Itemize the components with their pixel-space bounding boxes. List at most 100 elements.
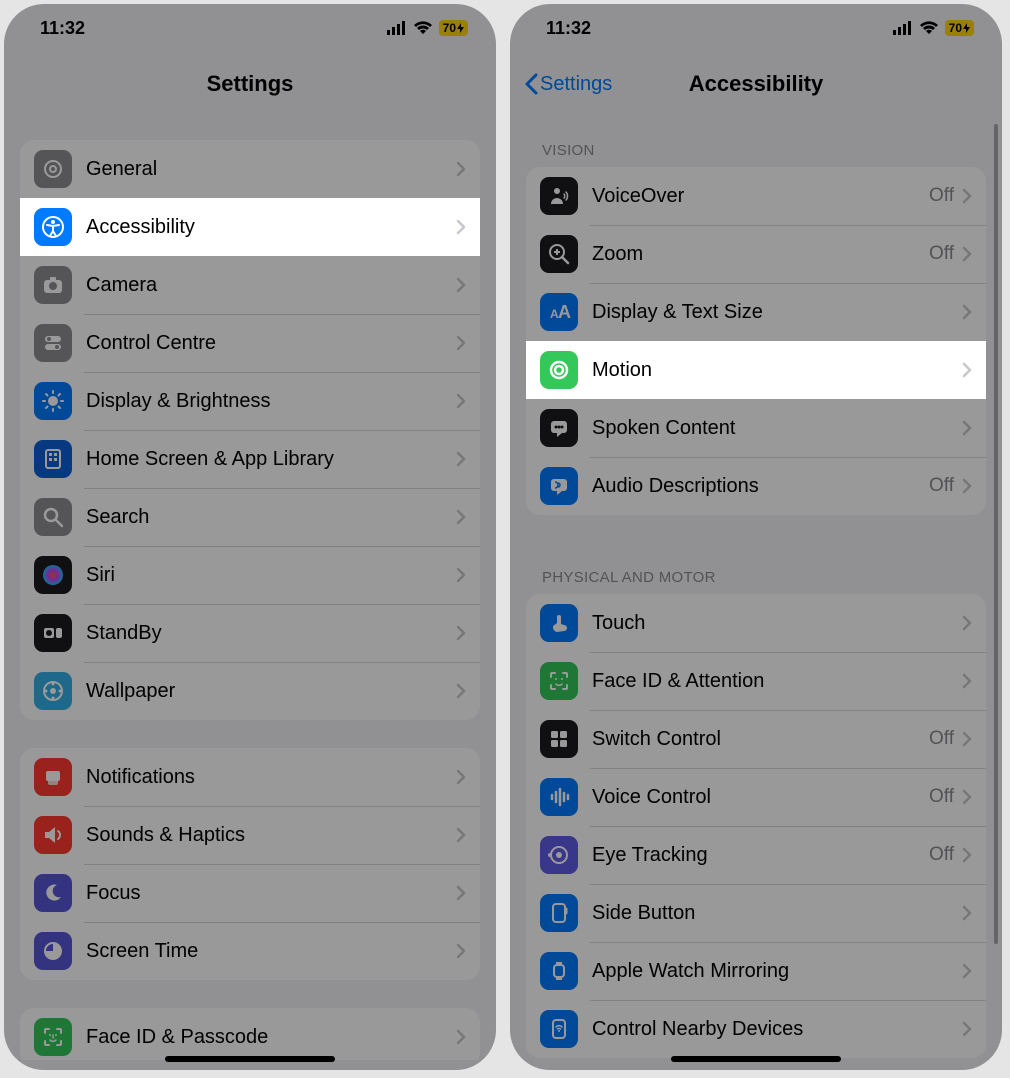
- row-label: Display & Brightness: [86, 390, 456, 413]
- row-siri[interactable]: Siri: [20, 546, 480, 604]
- row-eye-tracking[interactable]: Eye TrackingOff: [526, 826, 986, 884]
- chevron-right-icon: [456, 277, 466, 293]
- switch-control-icon: [540, 720, 578, 758]
- nav-bar: Settings: [4, 52, 496, 116]
- row-label: Zoom: [592, 243, 929, 266]
- row-label: Audio Descriptions: [592, 475, 929, 498]
- row-accessibility[interactable]: Accessibility: [20, 198, 480, 256]
- section-physical-header: PHYSICAL AND MOTOR: [526, 543, 986, 594]
- zoom-icon: [540, 235, 578, 273]
- row-label: Touch: [592, 612, 962, 635]
- row-voiceover[interactable]: VoiceOverOff: [526, 167, 986, 225]
- chevron-right-icon: [456, 625, 466, 641]
- row-value: Off: [929, 185, 954, 207]
- accessibility-icon: [34, 208, 72, 246]
- row-label: Switch Control: [592, 728, 929, 751]
- voiceover-icon: [540, 177, 578, 215]
- wifi-icon: [413, 21, 433, 35]
- row-control-nearby-devices[interactable]: Control Nearby Devices: [526, 1000, 986, 1058]
- settings-content[interactable]: General Accessibility Camera Control Centre…: [4, 116, 496, 1060]
- gear-icon: [34, 150, 72, 188]
- settings-group-3: Face ID & Passcode: [20, 1008, 480, 1060]
- status-bar: 11:32 70: [4, 4, 496, 52]
- chevron-right-icon: [962, 362, 972, 378]
- chevron-right-icon: [962, 246, 972, 262]
- audio-desc-icon: [540, 467, 578, 505]
- row-wallpaper[interactable]: Wallpaper: [20, 662, 480, 720]
- row-display-text-size[interactable]: AADisplay & Text Size: [526, 283, 986, 341]
- phone-right-accessibility: 11:32 70 Settings Accessibility VISION V…: [510, 4, 1002, 1070]
- chevron-right-icon: [962, 188, 972, 204]
- status-time: 11:32: [40, 18, 85, 39]
- camera-icon: [34, 266, 72, 304]
- row-zoom[interactable]: ZoomOff: [526, 225, 986, 283]
- faceid-icon: [34, 1018, 72, 1056]
- row-focus[interactable]: Focus: [20, 864, 480, 922]
- row-label: Camera: [86, 274, 456, 297]
- settings-group-2: Notifications Sounds & Haptics FocusScreen…: [20, 748, 480, 980]
- home-screen-icon: [34, 440, 72, 478]
- status-time: 11:32: [546, 18, 591, 39]
- row-home-screen-app-library[interactable]: Home Screen & App Library: [20, 430, 480, 488]
- chevron-right-icon: [962, 1021, 972, 1037]
- row-display-brightness[interactable]: Display & Brightness: [20, 372, 480, 430]
- spoken-content-icon: [540, 409, 578, 447]
- row-label: Motion: [592, 359, 962, 382]
- chevron-right-icon: [962, 847, 972, 863]
- row-motion[interactable]: Motion: [526, 341, 986, 399]
- back-label: Settings: [540, 73, 612, 96]
- back-button[interactable]: Settings: [524, 73, 612, 96]
- row-touch[interactable]: Touch: [526, 594, 986, 652]
- chevron-right-icon: [456, 509, 466, 525]
- row-face-id-attention[interactable]: Face ID & Attention: [526, 652, 986, 710]
- home-indicator: [165, 1056, 335, 1062]
- row-standby[interactable]: StandBy: [20, 604, 480, 662]
- chevron-right-icon: [962, 478, 972, 494]
- siri-icon: [34, 556, 72, 594]
- row-label: Apple Watch Mirroring: [592, 960, 962, 983]
- row-label: General: [86, 158, 456, 181]
- row-spoken-content[interactable]: Spoken Content: [526, 399, 986, 457]
- row-value: Off: [929, 243, 954, 265]
- row-apple-watch-mirroring[interactable]: Apple Watch Mirroring: [526, 942, 986, 1000]
- row-value: Off: [929, 728, 954, 750]
- chevron-right-icon: [456, 567, 466, 583]
- vision-group: VoiceOverOffZoomOffAADisplay & Text Size…: [526, 167, 986, 515]
- row-switch-control[interactable]: Switch ControlOff: [526, 710, 986, 768]
- row-control-centre[interactable]: Control Centre: [20, 314, 480, 372]
- row-general[interactable]: General: [20, 140, 480, 198]
- row-label: Spoken Content: [592, 417, 962, 440]
- scrollbar[interactable]: [994, 124, 998, 944]
- chevron-right-icon: [456, 161, 466, 177]
- accessibility-content[interactable]: VISION VoiceOverOffZoomOffAADisplay & Te…: [510, 116, 1002, 1060]
- status-right: 70: [387, 20, 468, 36]
- chevron-right-icon: [962, 905, 972, 921]
- row-label: Search: [86, 506, 456, 529]
- row-voice-control[interactable]: Voice ControlOff: [526, 768, 986, 826]
- row-side-button[interactable]: Side Button: [526, 884, 986, 942]
- row-camera[interactable]: Camera: [20, 256, 480, 314]
- row-notifications[interactable]: Notifications: [20, 748, 480, 806]
- row-label: Eye Tracking: [592, 844, 929, 867]
- row-face-id-passcode[interactable]: Face ID & Passcode: [20, 1008, 480, 1060]
- row-value: Off: [929, 844, 954, 866]
- wallpaper-icon: [34, 672, 72, 710]
- physical-group: TouchFace ID & AttentionSwitch ControlOf…: [526, 594, 986, 1058]
- chevron-right-icon: [456, 1029, 466, 1045]
- screen-time-icon: [34, 932, 72, 970]
- phone-left-settings: 11:32 70 Settings General Accessibility Ca…: [4, 4, 496, 1070]
- nav-bar: Settings Accessibility: [510, 52, 1002, 116]
- faceid-attention-icon: [540, 662, 578, 700]
- eye-tracking-icon: [540, 836, 578, 874]
- row-label: Side Button: [592, 902, 962, 925]
- row-label: StandBy: [86, 622, 456, 645]
- row-label: Face ID & Passcode: [86, 1026, 456, 1049]
- chevron-right-icon: [962, 304, 972, 320]
- row-search[interactable]: Search: [20, 488, 480, 546]
- row-audio-descriptions[interactable]: Audio DescriptionsOff: [526, 457, 986, 515]
- row-label: VoiceOver: [592, 185, 929, 208]
- row-screen-time[interactable]: Screen Time: [20, 922, 480, 980]
- section-vision-header: VISION: [526, 116, 986, 167]
- row-sounds-haptics[interactable]: Sounds & Haptics: [20, 806, 480, 864]
- row-label: Sounds & Haptics: [86, 824, 456, 847]
